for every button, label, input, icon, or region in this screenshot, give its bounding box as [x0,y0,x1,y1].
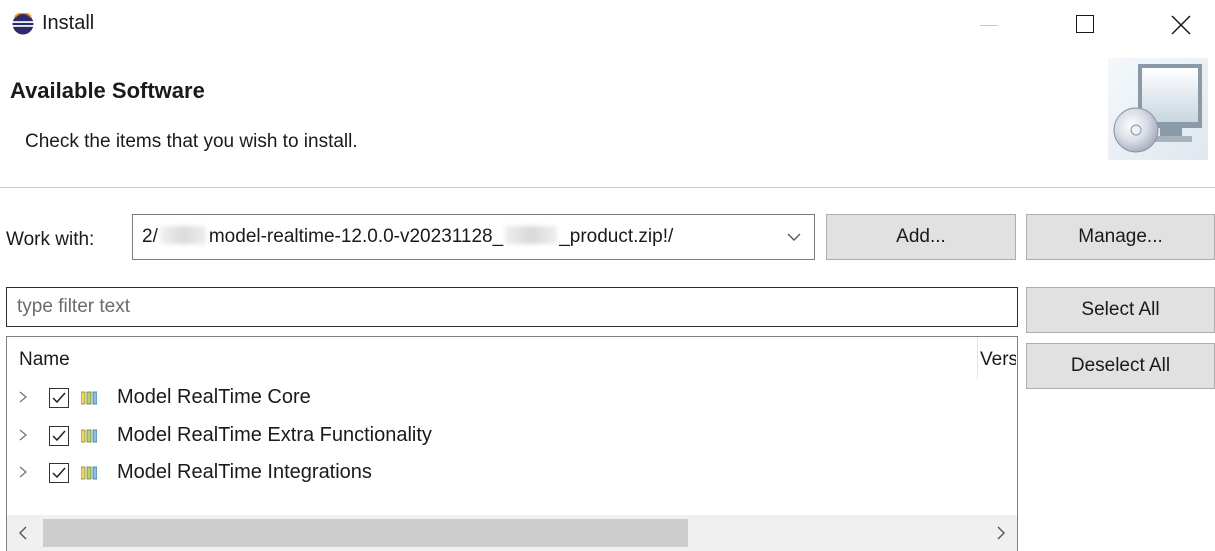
close-icon [1171,15,1191,35]
work-with-value: 2/model-realtime-12.0.0-v20231128_ _produ… [142,226,673,248]
select-all-button[interactable]: Select All [1026,287,1215,333]
chevron-right-icon[interactable] [17,428,29,442]
tree-row-label: Model RealTime Integrations [117,461,372,483]
work-with-value-prefix: 2/ [142,226,158,247]
redacted-segment [159,226,206,244]
checkbox-checked[interactable] [49,388,69,408]
chevron-right-icon[interactable] [17,465,29,479]
feature-icon [81,429,97,443]
tree-row-label: Model RealTime Extra Functionality [117,424,432,446]
checkbox-checked[interactable] [49,463,69,483]
tree-row-core[interactable]: Model RealTime Core [7,380,1007,416]
scrollbar-thumb[interactable] [43,519,688,547]
work-with-label: Work with: [6,229,95,250]
filter-input[interactable] [15,288,1009,326]
maximize-button[interactable] [1056,0,1118,50]
maximize-icon [1076,15,1094,33]
check-icon [52,467,66,479]
check-icon [52,392,66,404]
chevron-down-icon[interactable] [786,229,802,245]
page-title: Available Software [10,78,205,103]
tree-row-label: Model RealTime Core [117,386,311,408]
install-software-banner-icon [1108,58,1208,160]
work-with-value-suffix: _product.zip!/ [559,226,674,247]
add-button[interactable]: Add... [826,214,1016,260]
horizontal-scrollbar[interactable] [6,515,1018,551]
column-separator[interactable] [977,337,978,379]
column-header-version[interactable]: Version [980,349,1016,371]
scroll-left-icon[interactable] [7,515,41,551]
check-icon [52,430,66,442]
feature-icon [81,466,97,480]
minimize-button[interactable] [958,0,1020,50]
title-bar[interactable]: Install [0,0,1215,52]
checkbox-checked[interactable] [49,426,69,446]
minimize-icon [980,25,998,26]
feature-icon [81,391,97,405]
filter-field[interactable] [6,287,1018,327]
page-description: Check the items that you wish to install… [25,131,358,152]
eclipse-app-icon [12,13,34,35]
redacted-segment [505,226,558,244]
work-with-value-middle: model-realtime-12.0.0-v20231128_ [208,226,504,247]
scroll-right-icon[interactable] [983,515,1017,551]
column-header-name[interactable]: Name [19,349,70,371]
header-divider [0,187,1215,188]
deselect-all-button[interactable]: Deselect All [1026,343,1215,389]
tree-row-integrations[interactable]: Model RealTime Integrations [7,455,1007,491]
window-title: Install [42,12,95,34]
manage-button[interactable]: Manage... [1026,214,1215,260]
work-with-combo[interactable]: 2/model-realtime-12.0.0-v20231128_ _produ… [132,214,815,260]
tree-row-extra-functionality[interactable]: Model RealTime Extra Functionality [7,418,1007,454]
close-button[interactable] [1150,0,1212,50]
chevron-right-icon[interactable] [17,390,29,404]
